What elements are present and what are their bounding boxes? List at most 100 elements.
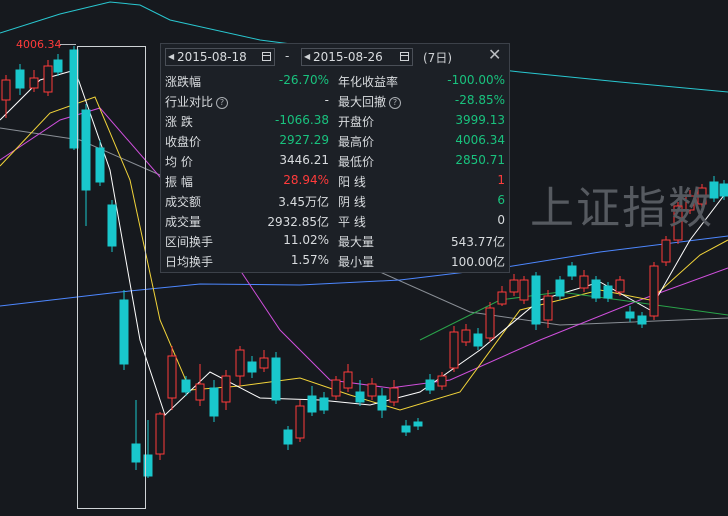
candle-body[interactable] [167, 355, 177, 399]
candle-body[interactable] [615, 279, 625, 293]
prev-date-arrow-icon[interactable]: ◀ [304, 49, 310, 65]
help-icon[interactable]: ? [389, 97, 402, 109]
candle-body[interactable] [235, 349, 245, 377]
end-date-text: 2015-08-26 [313, 50, 383, 64]
stat-value: 543.77亿 [451, 235, 505, 249]
candle-body[interactable] [283, 429, 293, 445]
stats-row: 日均换手 1.57% 最小量 100.00亿 [161, 251, 509, 271]
stat-value: 28.94% [283, 173, 329, 187]
candle-body[interactable] [567, 265, 577, 277]
calendar-icon[interactable] [400, 52, 409, 61]
candle-body[interactable] [259, 357, 269, 369]
candle-body[interactable] [473, 333, 483, 347]
stat-label: 最高价 [338, 135, 375, 149]
stats-row: 涨 跌 -1066.38 开盘价 3999.13 [161, 111, 509, 131]
candle-body[interactable] [331, 379, 341, 397]
stat-value: -26.70% [278, 73, 329, 87]
candle-body[interactable] [343, 371, 353, 389]
candle-body[interactable] [355, 391, 365, 403]
candle-body[interactable] [271, 357, 281, 401]
candle-body[interactable] [43, 65, 53, 93]
date-separator: - [285, 49, 290, 63]
index-name-watermark: 上证指数 [530, 183, 714, 234]
stats-row: 成交量 2932.85亿平 线 0 [161, 211, 509, 231]
candle-body[interactable] [509, 279, 519, 293]
candle-body[interactable] [497, 291, 507, 305]
stat-value: 6 [497, 193, 505, 207]
candle-body[interactable] [531, 275, 541, 325]
candle-body[interactable] [555, 279, 565, 297]
candle-body[interactable] [625, 311, 635, 319]
stat-label: 成交额 [165, 195, 202, 209]
candle-body[interactable] [591, 279, 601, 299]
candle-body[interactable] [1, 79, 11, 101]
day-count: (7日) [423, 51, 452, 65]
period-high-label: 4006.34 [16, 38, 62, 51]
candle-body[interactable] [247, 361, 257, 373]
stat-value: 100.00亿 [451, 255, 505, 269]
candle-body[interactable] [603, 285, 613, 299]
candle-body[interactable] [719, 183, 728, 197]
candle-body[interactable] [29, 77, 39, 89]
stats-row: 区间换手 11.02% 最大量 543.77亿 [161, 231, 509, 251]
stat-label: 成交量 [165, 215, 202, 229]
prev-date-arrow-icon[interactable]: ◀ [168, 49, 174, 65]
start-date-field[interactable]: ◀ 2015-08-18 [165, 48, 275, 66]
candle-body[interactable] [377, 395, 387, 411]
candle-body[interactable] [307, 395, 317, 413]
stat-label: 平 线 [338, 215, 366, 229]
candle-body[interactable] [461, 329, 471, 343]
candle-body[interactable] [579, 275, 589, 289]
end-date-field[interactable]: ◀ 2015-08-26 [301, 48, 413, 66]
stat-value: -100.00% [447, 73, 505, 87]
stat-label: 涨 跌 [165, 115, 193, 129]
stat-value: 0 [497, 213, 505, 227]
stat-label: 阴 线 [338, 195, 366, 209]
candle-body[interactable] [413, 421, 423, 427]
stat-value: 2927.29 [279, 133, 329, 147]
start-date-text: 2015-08-18 [177, 50, 247, 64]
candle-body[interactable] [637, 315, 647, 325]
candle-body[interactable] [449, 331, 459, 369]
stat-value: 2850.71 [455, 153, 505, 167]
candle-body[interactable] [15, 69, 25, 89]
candle-body[interactable] [195, 383, 205, 401]
stats-row: 涨跌幅 -26.70% 年化收益率 -100.00% [161, 71, 509, 91]
candle-body[interactable] [649, 265, 659, 317]
stat-value: -1066.38 [275, 113, 329, 127]
stat-label: 最低价 [338, 155, 375, 169]
stat-value: - [324, 93, 329, 107]
candle-body[interactable] [295, 405, 305, 439]
candle-body[interactable] [389, 387, 399, 403]
stat-label: 阳 线 [338, 175, 366, 189]
stat-label: 收盘价 [165, 135, 202, 149]
candle-body[interactable] [401, 425, 411, 433]
panel-header: ◀ 2015-08-18 - ◀ 2015-08-26 (7日) ✕ [161, 44, 509, 70]
candle-body[interactable] [661, 239, 671, 263]
candle-body[interactable] [181, 379, 191, 393]
candle-body[interactable] [519, 279, 529, 301]
candle-body[interactable] [485, 307, 495, 339]
calendar-icon[interactable] [262, 52, 271, 61]
candle-body[interactable] [367, 383, 377, 397]
candle-body[interactable] [543, 295, 553, 321]
range-selection-box[interactable] [77, 46, 146, 509]
candle-body[interactable] [221, 375, 231, 403]
candle-body[interactable] [437, 375, 447, 387]
candle-body[interactable] [53, 59, 63, 73]
candle-body[interactable] [425, 379, 435, 391]
close-icon[interactable]: ✕ [488, 46, 501, 64]
stats-row: 均 价 3446.21 最低价 2850.71 [161, 151, 509, 171]
candle-body[interactable] [319, 397, 329, 411]
help-icon[interactable]: ? [216, 97, 229, 109]
stats-row: 行业对比? - 最大回撤? -28.85% [161, 91, 509, 111]
candle-body[interactable] [155, 413, 165, 455]
stat-label: 日均换手 [165, 255, 214, 269]
candle-body[interactable] [209, 387, 219, 417]
stat-label: 振 幅 [165, 175, 193, 189]
stat-label: 区间换手 [165, 235, 214, 249]
stat-value: 4006.34 [455, 133, 505, 147]
stat-value: 11.02% [283, 233, 329, 247]
stat-label: 最小量 [338, 255, 375, 269]
stats-row: 收盘价 2927.29 最高价 4006.34 [161, 131, 509, 151]
